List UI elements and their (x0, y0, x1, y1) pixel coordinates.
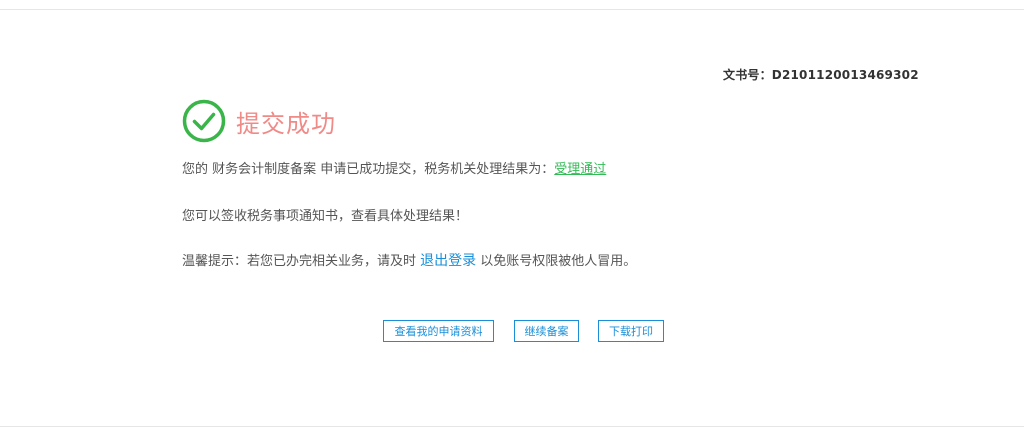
bottom-divider (0, 426, 1024, 427)
success-title: 提交成功 (236, 109, 336, 138)
tip-suffix: 以免账号权限被他人冒用。 (476, 254, 637, 269)
tip-message: 温馨提示：若您已办完相关业务，请及时 退出登录 以免账号权限被他人冒用。 (182, 250, 636, 270)
logout-link[interactable]: 退出登录 (420, 253, 476, 269)
tip-prefix: 温馨提示：若您已办完相关业务，请及时 (182, 254, 421, 269)
view-application-button[interactable]: 查看我的申请资料 (383, 320, 494, 342)
top-divider (0, 9, 1024, 10)
result-message-text: 您的 财务会计制度备案 申请已成功提交，税务机关处理结果为： (182, 162, 555, 177)
check-circle-icon (182, 99, 226, 143)
result-status-link[interactable]: 受理通过 (554, 162, 606, 177)
success-header: 提交成功 (182, 99, 336, 143)
sign-notice: 您可以签收税务事项通知书，查看具体处理结果！ (182, 209, 469, 224)
continue-filing-button[interactable]: 继续备案 (514, 320, 579, 342)
download-print-button[interactable]: 下载打印 (598, 320, 664, 342)
result-message: 您的 财务会计制度备案 申请已成功提交，税务机关处理结果为：受理通过 (182, 158, 606, 177)
document-number: 文书号：D2101120013469302 (723, 68, 919, 82)
